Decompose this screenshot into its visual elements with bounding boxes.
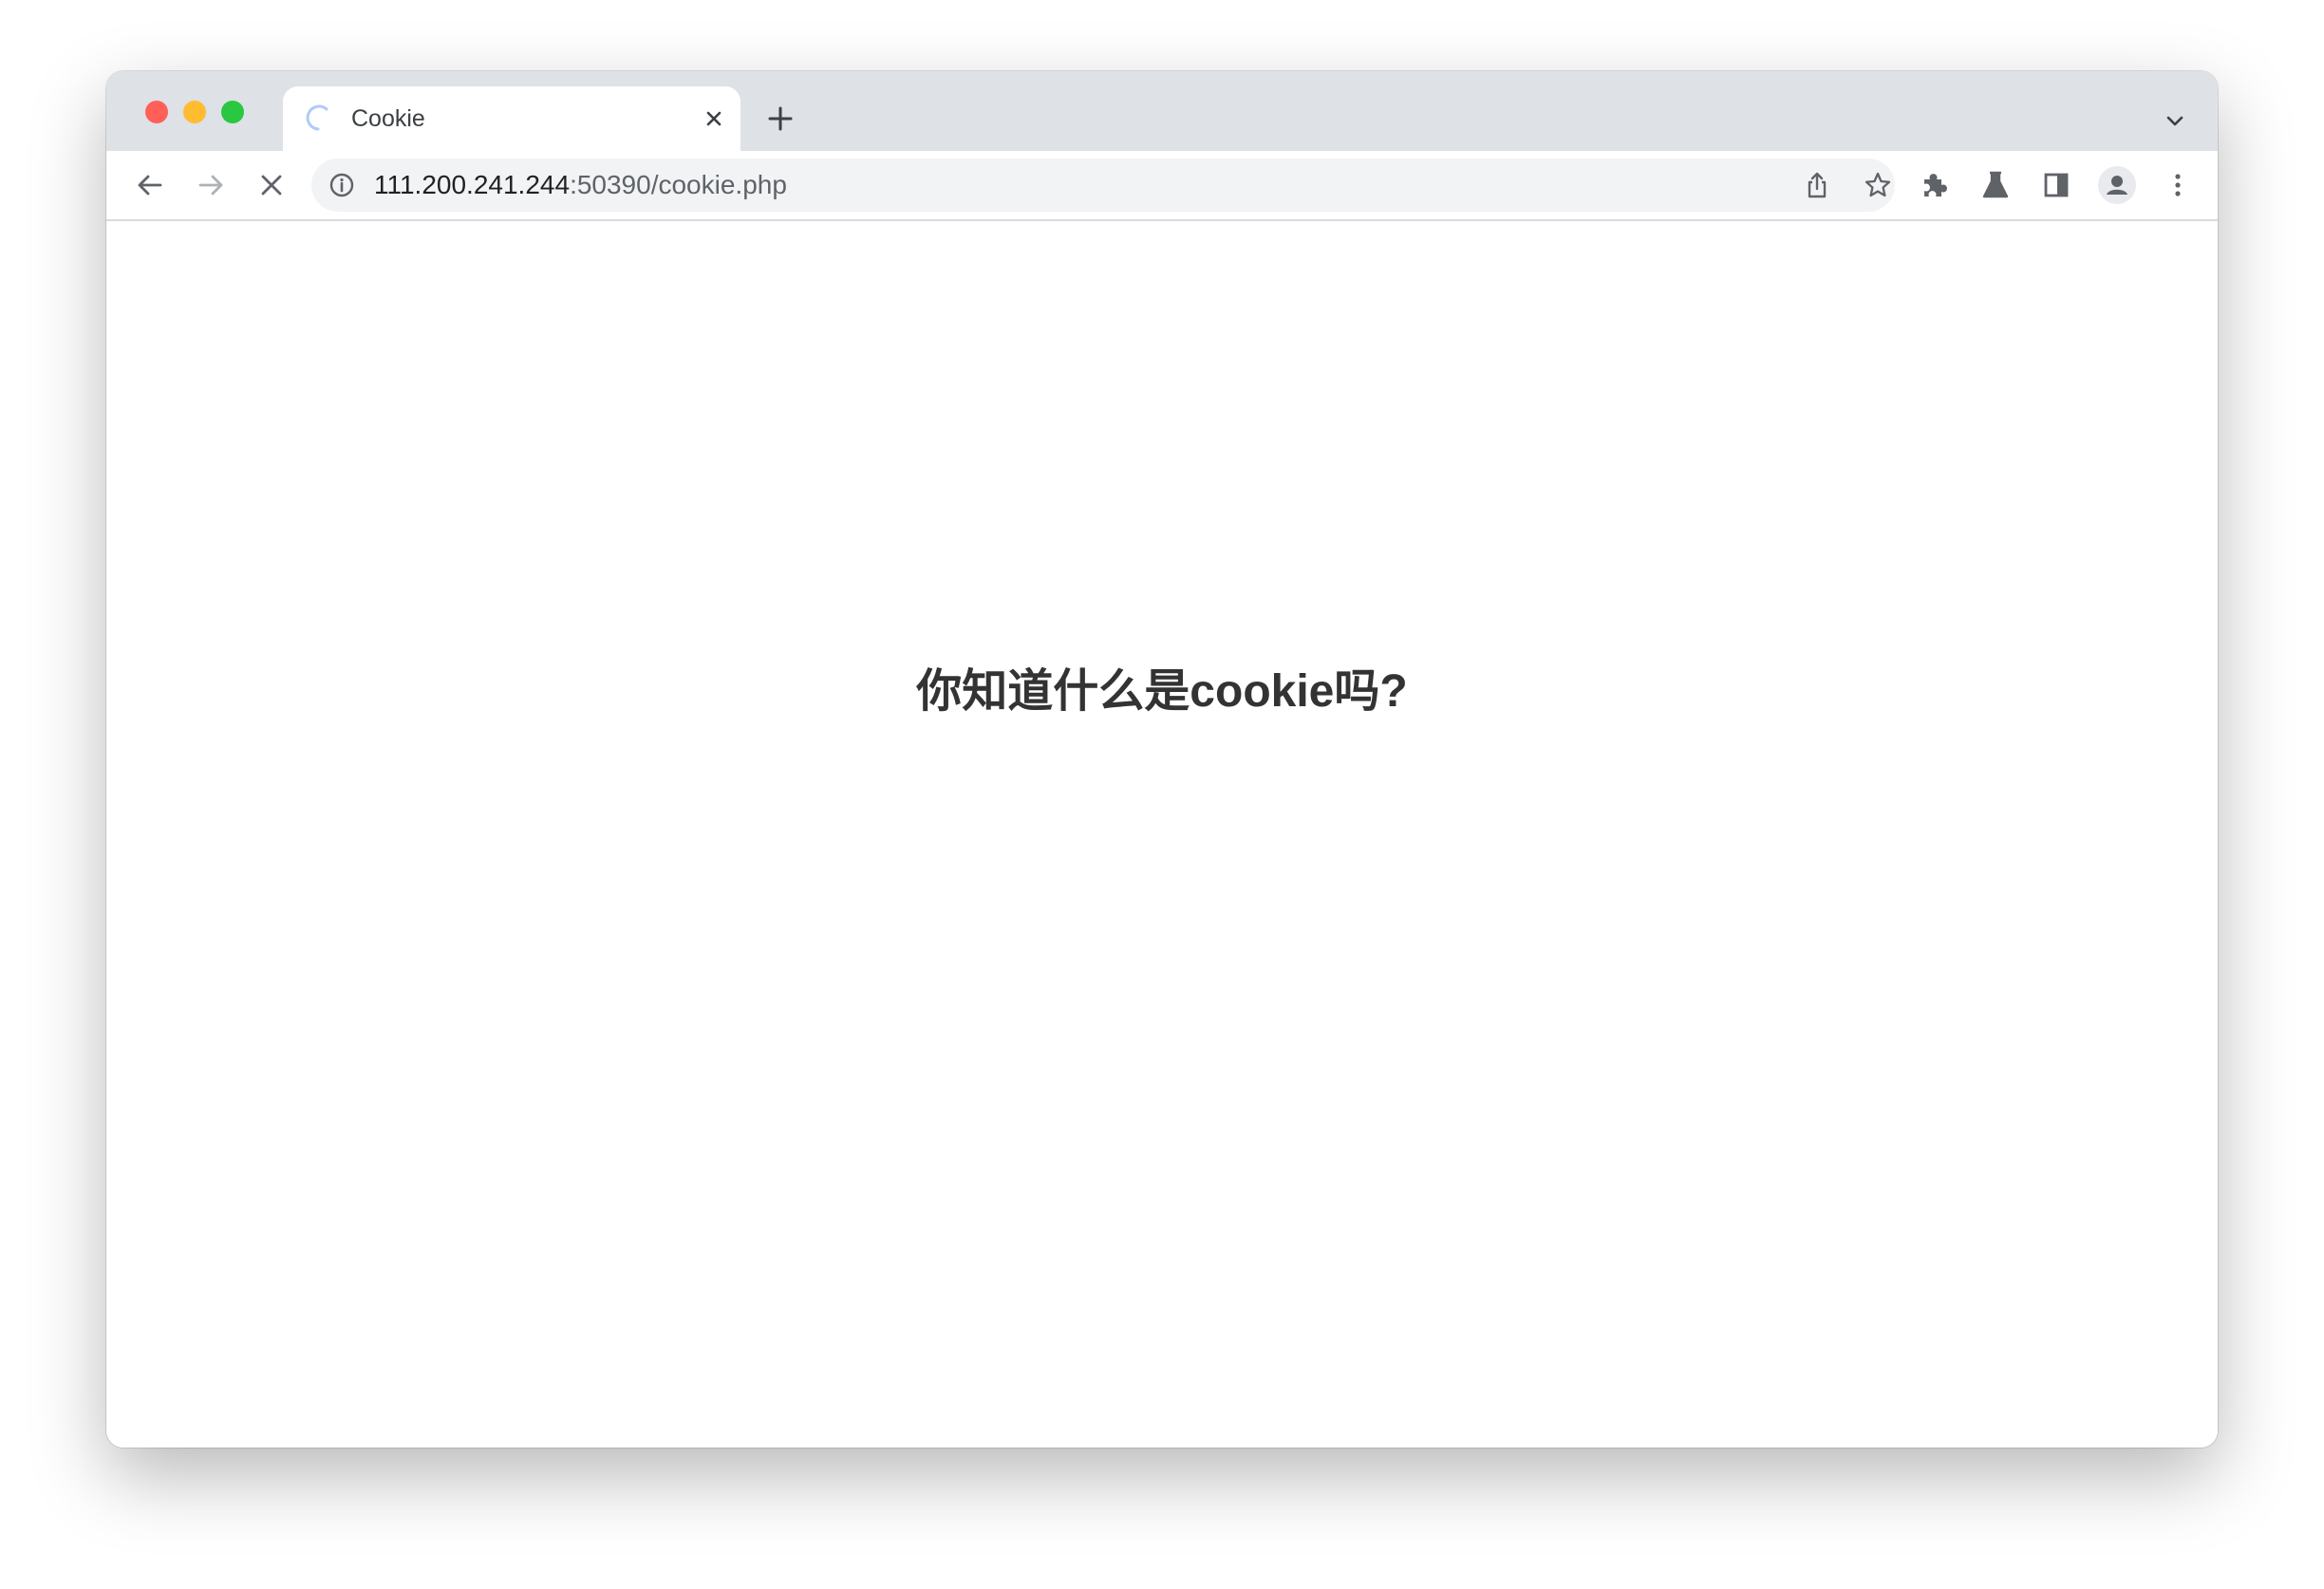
browser-window: Cookie 111.200.241.244:50390/cookie.php … <box>106 71 2218 1448</box>
share-icon[interactable] <box>1802 170 1832 200</box>
tab-title: Cookie <box>351 105 425 132</box>
arrow-right-icon[interactable] <box>192 166 230 204</box>
page-heading: 你知道什么是cookie吗? <box>916 666 1408 717</box>
plus-icon[interactable] <box>761 100 799 138</box>
stop-icon[interactable] <box>253 166 290 204</box>
minimize-window-button[interactable] <box>183 101 206 123</box>
url-path: :50390/cookie.php <box>570 170 787 199</box>
flask-icon[interactable] <box>1977 166 2015 204</box>
toolbar: 111.200.241.244:50390/cookie.php <box>106 151 2218 221</box>
side-panel-icon[interactable] <box>2037 166 2075 204</box>
kebab-menu-icon[interactable] <box>2159 166 2197 204</box>
close-icon[interactable] <box>699 103 729 134</box>
tab-cookie[interactable]: Cookie <box>283 86 740 151</box>
maximize-window-button[interactable] <box>221 101 244 123</box>
url-text: 111.200.241.244:50390/cookie.php <box>374 171 787 199</box>
tab-strip: Cookie <box>106 71 2218 151</box>
info-icon[interactable] <box>328 172 355 198</box>
close-window-button[interactable] <box>145 101 168 123</box>
arrow-left-icon[interactable] <box>131 166 169 204</box>
address-bar[interactable]: 111.200.241.244:50390/cookie.php <box>311 159 1895 212</box>
loading-spinner-icon <box>304 103 332 132</box>
chevron-down-icon[interactable] <box>2161 107 2189 136</box>
star-icon[interactable] <box>1863 170 1893 200</box>
avatar-icon[interactable] <box>2098 166 2136 204</box>
url-host: 111.200.241.244 <box>374 170 571 199</box>
page-content: 你知道什么是cookie吗? <box>106 221 2218 1448</box>
puzzle-icon[interactable] <box>1916 166 1954 204</box>
